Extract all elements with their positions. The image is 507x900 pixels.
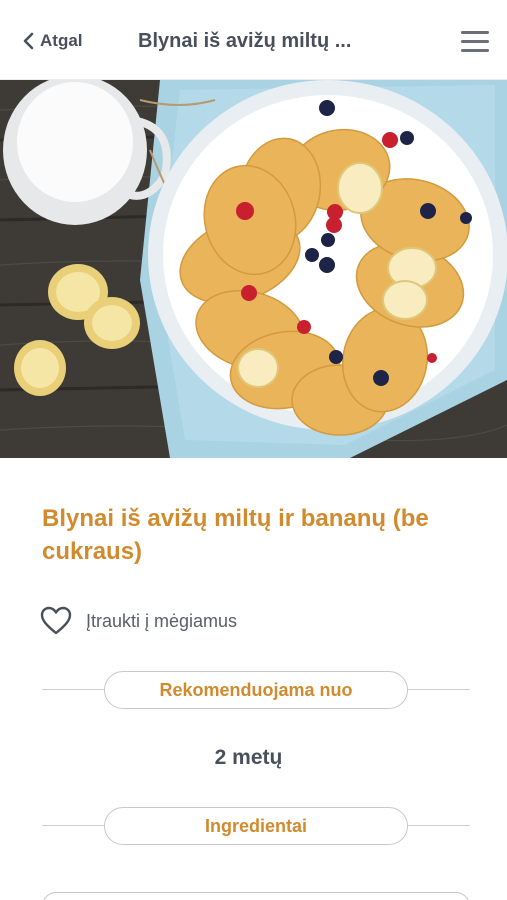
favorite-label: Įtraukti į mėgiamus xyxy=(86,610,238,631)
ingredients-pill: Ingredientai xyxy=(104,807,408,845)
heart-outline-icon xyxy=(40,606,72,635)
menu-bar xyxy=(461,49,489,52)
recipe-hero-image xyxy=(0,80,507,458)
add-to-favorites-button[interactable]: Įtraukti į mėgiamus xyxy=(40,606,237,636)
app-header: Atgal Blynai iš avižų miltų ... xyxy=(0,0,507,80)
page-title: Blynai iš avižų miltų ... xyxy=(138,30,352,52)
ingredients-section-header: Ingredientai xyxy=(42,807,470,845)
chevron-left-icon xyxy=(23,32,34,50)
back-button[interactable]: Atgal xyxy=(22,31,83,51)
ingredients-list-box xyxy=(42,892,470,900)
recommended-pill: Rekomenduojama nuo xyxy=(104,671,408,709)
menu-bar xyxy=(461,40,489,43)
menu-bar xyxy=(461,31,489,34)
recommended-section-header: Rekomenduojama nuo xyxy=(42,671,470,709)
recipe-title: Blynai iš avižų miltų ir bananų (be cukr… xyxy=(42,505,429,565)
pancakes-photo xyxy=(0,80,507,458)
recommended-age-value: 2 metų xyxy=(214,746,283,769)
hamburger-menu-icon[interactable] xyxy=(461,31,489,53)
back-label: Atgal xyxy=(40,31,83,50)
